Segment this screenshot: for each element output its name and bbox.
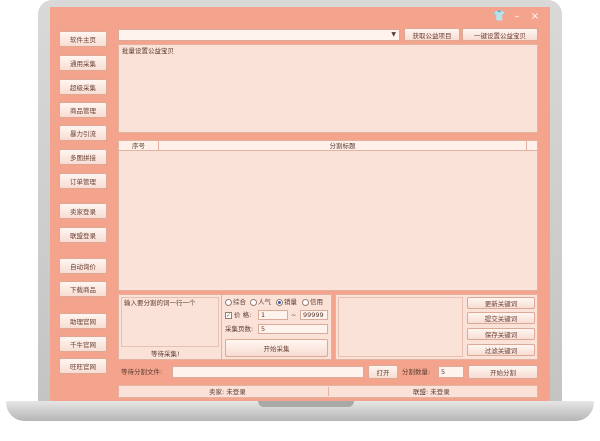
save-keywords-label: 保存关键词 xyxy=(484,331,518,339)
sidebar-item-order-manage[interactable]: 订单管理 xyxy=(59,173,107,189)
laptop-base xyxy=(6,401,594,421)
column-split-title[interactable]: 分割标题 xyxy=(159,141,527,151)
status-divider xyxy=(328,387,329,396)
close-icon[interactable]: × xyxy=(529,11,541,23)
sort-option-label: 综合 xyxy=(233,298,246,306)
sidebar-item-label: 暴力引流 xyxy=(70,130,96,138)
sidebar-item-traffic[interactable]: 暴力引流 xyxy=(59,125,107,141)
waiting-status: 等待采集! xyxy=(151,350,180,358)
seller-status: 卖家: 未登录 xyxy=(209,388,246,396)
sidebar-item-label: 多图拼接 xyxy=(70,154,96,162)
open-file-button[interactable]: 打开 xyxy=(368,365,398,379)
start-collect-label: 开始采集 xyxy=(263,345,290,353)
sort-option-label: 信用 xyxy=(310,298,323,306)
sidebar-item-label: 软件主页 xyxy=(70,36,96,44)
sort-option-label: 人气 xyxy=(258,298,271,306)
minimize-icon[interactable]: – xyxy=(511,11,523,23)
batch-panel[interactable]: 批量设置公益宝贝 xyxy=(118,44,538,133)
status-bar: 卖家: 未登录 联盟: 未登录 xyxy=(118,385,538,398)
project-dropdown[interactable]: ▼ xyxy=(118,29,400,41)
sidebar-item-product-manage[interactable]: 商品管理 xyxy=(59,102,107,118)
split-words-panel: 输入要分割的词一行一个 等待采集! xyxy=(118,294,222,360)
sort-radio-2[interactable] xyxy=(276,299,283,306)
sidebar-item-label: 超级采集 xyxy=(70,84,96,92)
sidebar-item-assistant-site[interactable]: 助理官网 xyxy=(59,313,107,329)
split-count-value: 5 xyxy=(441,368,446,376)
collect-options-panel: 综合 人气 销量 信用 ✓ 价 格: 1 ~ 99999 采集页数: 5 开始采… xyxy=(222,294,332,360)
sidebar-item-download-product[interactable]: 下载商品 xyxy=(59,281,107,297)
sidebar-item-label: 下载商品 xyxy=(70,286,96,294)
split-file-input[interactable] xyxy=(172,366,364,378)
sidebar-item-home[interactable]: 软件主页 xyxy=(59,31,107,47)
sidebar-item-label: 商品管理 xyxy=(70,107,96,115)
sort-option-label: 销量 xyxy=(284,298,297,306)
start-split-label: 开始分割 xyxy=(490,369,516,377)
sidebar-item-label: 自动询价 xyxy=(70,263,96,271)
sidebar-item-super-collect[interactable]: 超级采集 xyxy=(59,79,107,95)
sidebar-item-wangwang-site[interactable]: 旺旺官网 xyxy=(59,358,107,374)
pages-input[interactable]: 5 xyxy=(258,324,328,334)
one-click-set-label: 一键设置公益宝贝 xyxy=(474,31,526,40)
price-separator: ~ xyxy=(291,311,297,319)
split-words-placeholder: 输入要分割的词一行一个 xyxy=(124,299,196,307)
split-count-input[interactable]: 5 xyxy=(438,366,464,378)
keyword-textarea[interactable] xyxy=(338,297,463,357)
price-min-value: 1 xyxy=(261,311,266,319)
filter-keywords-button[interactable]: 过滤关键词 xyxy=(467,344,535,356)
sidebar-item-general-collect[interactable]: 通用采集 xyxy=(59,55,107,71)
sidebar-item-label: 卖家登录 xyxy=(70,208,96,216)
split-count-label: 分割数量: xyxy=(402,368,431,376)
sidebar-item-label: 千牛官网 xyxy=(70,341,96,349)
open-file-label: 打开 xyxy=(376,369,390,377)
sidebar-item-label: 联盟登录 xyxy=(70,232,96,240)
sidebar-item-auto-inquiry[interactable]: 自动询价 xyxy=(59,258,107,274)
filter-keywords-label: 过滤关键词 xyxy=(484,347,518,355)
keyword-panel: 更新关键词 提交关键词 保存关键词 过滤关键词 xyxy=(335,294,538,360)
chevron-down-icon: ▼ xyxy=(391,31,396,38)
column-index[interactable]: 序号 xyxy=(119,141,159,151)
sidebar-item-label: 旺旺官网 xyxy=(70,363,96,371)
sort-radio-3[interactable] xyxy=(302,299,309,306)
pages-label: 采集页数: xyxy=(225,325,254,333)
shirt-icon[interactable]: 👕 xyxy=(493,11,505,23)
sidebar-item-label: 通用采集 xyxy=(70,60,96,68)
one-click-set-button[interactable]: 一键设置公益宝贝 xyxy=(462,28,538,41)
save-keywords-button[interactable]: 保存关键词 xyxy=(467,328,535,340)
update-keywords-button[interactable]: 更新关键词 xyxy=(467,297,535,309)
split-table[interactable]: 序号 分割标题 xyxy=(118,140,538,291)
price-min-input[interactable]: 1 xyxy=(258,310,288,320)
pages-value: 5 xyxy=(261,325,266,333)
submit-keywords-button[interactable]: 提交关键词 xyxy=(467,312,535,324)
sidebar-item-label: 助理官网 xyxy=(70,318,96,326)
sidebar-item-image-stitch[interactable]: 多图拼接 xyxy=(59,149,107,165)
sidebar-item-seller-login[interactable]: 卖家登录 xyxy=(59,203,107,219)
get-project-button[interactable]: 获取公益项目 xyxy=(404,28,460,41)
sort-radio-1[interactable] xyxy=(250,299,257,306)
table-header: 序号 分割标题 xyxy=(119,141,537,151)
split-words-textarea[interactable]: 输入要分割的词一行一个 xyxy=(121,297,219,347)
sidebar-item-label: 订单管理 xyxy=(70,178,96,186)
sidebar-item-alliance-login[interactable]: 联盟登录 xyxy=(59,227,107,243)
split-file-label: 等待分割文件: xyxy=(121,368,163,376)
price-checkbox[interactable]: ✓ xyxy=(225,312,232,319)
update-keywords-label: 更新关键词 xyxy=(484,300,518,308)
price-label: 价 格: xyxy=(234,311,252,319)
price-max-input[interactable]: 99999 xyxy=(300,310,328,320)
price-max-value: 99999 xyxy=(303,311,324,319)
batch-text: 批量设置公益宝贝 xyxy=(122,47,174,55)
start-split-button[interactable]: 开始分割 xyxy=(468,365,538,379)
get-project-label: 获取公益项目 xyxy=(412,31,452,40)
alliance-status: 联盟: 未登录 xyxy=(413,388,450,396)
start-collect-button[interactable]: 开始采集 xyxy=(225,339,328,357)
app-window: 👕 – × 软件主页 通用采集 超级采集 商品管理 暴力引流 多图拼接 订单管理… xyxy=(50,7,550,401)
laptop-notch xyxy=(258,401,354,407)
title-bar: 👕 – × xyxy=(50,7,550,27)
sort-radio-0[interactable] xyxy=(225,299,232,306)
sidebar-item-qianniu-site[interactable]: 千牛官网 xyxy=(59,336,107,352)
submit-keywords-label: 提交关键词 xyxy=(484,315,518,323)
